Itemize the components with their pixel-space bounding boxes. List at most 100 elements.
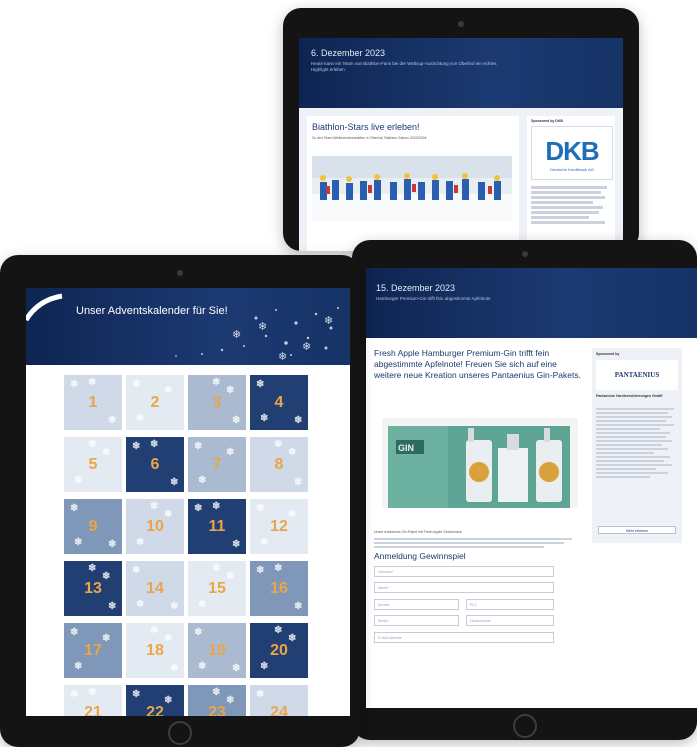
calendar-door-23[interactable]: ❄❄❄23 xyxy=(188,685,246,716)
email-field[interactable]: E-Mail-Adresse xyxy=(374,632,554,643)
calendar-door-14[interactable]: ❄ ❄ ❄ 14 xyxy=(126,561,184,616)
calendar-door-24[interactable]: ❄❄❄24 xyxy=(250,685,308,716)
zip-field[interactable]: PLZ xyxy=(466,599,554,610)
sponsor-box: Sponsored by DKB DKB Deutsche Kreditbank… xyxy=(527,116,615,251)
calendar-door-11[interactable]: ❄ ❄ ❄ 11 xyxy=(188,499,246,554)
snowflake-icon: ❄ xyxy=(226,447,235,458)
door-number: 22 xyxy=(146,703,164,717)
door-number: 3 xyxy=(212,393,222,411)
snowflake-icon: ❄ xyxy=(212,563,221,574)
calendar-door-9[interactable]: ❄ ❄ ❄ 9 xyxy=(64,499,122,554)
door-number: 11 xyxy=(208,517,226,535)
header-date: 6. Dezember 2023 xyxy=(311,48,386,58)
last-name-field[interactable]: Name* xyxy=(374,582,554,593)
dkb-logo[interactable]: DKB Deutsche Kreditbank AG xyxy=(531,126,613,180)
article-card: Biathlon-Stars live erleben! Zu den Team… xyxy=(307,116,519,251)
calendar-door-6[interactable]: ❄ ❄ ❄ 6 xyxy=(126,437,184,492)
calendar-door-19[interactable]: ❄ ❄ ❄ 19 xyxy=(188,623,246,678)
snowflake-icon: ❄ xyxy=(108,539,117,550)
calendar-door-17[interactable]: ❄ ❄ ❄ 17 xyxy=(64,623,122,678)
calendar-door-1[interactable]: ❄ ❄ ❄ 1 xyxy=(64,375,122,430)
snowflake-icon: ❄ xyxy=(132,379,141,390)
calendar-door-21[interactable]: ❄❄❄21 xyxy=(64,685,122,716)
sponsor-name: Pantaenius Yachtversicherungen GmbH xyxy=(596,394,663,398)
snowflake-icon: ❄ xyxy=(170,663,179,674)
snowflake-icon: ❄ xyxy=(212,377,221,388)
article-title: Biathlon-Stars live erleben! xyxy=(312,122,420,132)
snowflake-icon: ❄ xyxy=(102,633,111,644)
pantaenius-logo[interactable]: PANTAENIUS xyxy=(596,360,678,390)
calendar-door-8[interactable]: ❄ ❄ ❄ 8 xyxy=(250,437,308,492)
gin-product-image: GIN xyxy=(382,418,578,508)
snowflake-icon: ❄ xyxy=(274,625,283,636)
calendar-door-5[interactable]: ❄ ❄ ❄ 5 xyxy=(64,437,122,492)
calendar-door-10[interactable]: ❄ ❄ ❄ 10 xyxy=(126,499,184,554)
snowflake-icon: ❄ xyxy=(194,627,203,638)
snowflake-icon: ❄ xyxy=(74,475,83,486)
door-number: 10 xyxy=(146,517,164,535)
snowflake-icon: ❄ xyxy=(226,571,235,582)
door-number: 24 xyxy=(270,703,288,717)
calendar-title: Unser Adventskalender für Sie! xyxy=(76,305,228,317)
sponsor-label: Sponsored by xyxy=(596,352,620,356)
header-banner: 15. Dezember 2023 Hamburger Premium-Gin … xyxy=(366,268,697,338)
snowflake-icon: ❄ xyxy=(232,663,241,674)
snowflake-icon: ❄ xyxy=(70,503,79,514)
home-button[interactable] xyxy=(168,721,192,745)
salutation-select[interactable]: Anrede xyxy=(374,599,459,610)
first-name-field[interactable]: Vorname* xyxy=(374,566,554,577)
door-grid: ❄ ❄ ❄ 1 ❄ ❄ ❄ 2 ❄ ❄ ❄ 3 ❄ ❄ ❄ 4 ❄ ❄ ❄ 5 ❄ ❄ ❄ 6 ❄ ❄ ❄ 7 ❄ ❄ ❄ 8 ❄ ❄ ❄ 9 ❄ ❄ ❄ 1… xyxy=(26,365,350,716)
snowflake-icon: ❄ xyxy=(194,441,203,452)
sponsor-label: Sponsored by DKB xyxy=(531,119,563,123)
snowflake-icon: ❄ xyxy=(136,599,145,610)
calendar-door-2[interactable]: ❄ ❄ ❄ 2 xyxy=(126,375,184,430)
calendar-door-3[interactable]: ❄ ❄ ❄ 3 xyxy=(188,375,246,430)
snowflake-icon: ❄ xyxy=(198,599,207,610)
calendar-door-22[interactable]: ❄❄❄22 xyxy=(126,685,184,716)
snowflake-icon: ❄ xyxy=(164,385,173,396)
calendar-door-15[interactable]: ❄ ❄ ❄ 15 xyxy=(188,561,246,616)
form-title: Anmeldung Gewinnspiel xyxy=(374,551,466,561)
svg-text:GIN: GIN xyxy=(398,443,414,453)
door-number: 19 xyxy=(208,641,226,659)
screen-gin: 15. Dezember 2023 Hamburger Premium-Gin … xyxy=(366,268,697,708)
snowflake-icon: ❄ xyxy=(256,503,265,514)
snowflake-icon: ❄ xyxy=(212,501,221,512)
snowflake-icon: ❄ xyxy=(150,501,159,512)
door-number: 7 xyxy=(212,455,222,473)
house-number-field[interactable]: Hausnummer xyxy=(466,615,554,626)
tablet-middle: 15. Dezember 2023 Hamburger Premium-Gin … xyxy=(352,240,697,740)
snowflake-icon: ❄ xyxy=(132,441,141,452)
snowflake-icon: ❄ xyxy=(150,625,159,636)
content-area: Biathlon-Stars live erleben! Zu den Team… xyxy=(299,108,623,251)
calendar-door-12[interactable]: ❄ ❄ ❄ 12 xyxy=(250,499,308,554)
door-number: 5 xyxy=(88,455,98,473)
home-button[interactable] xyxy=(512,714,537,738)
snowflake-icon: ❄ xyxy=(194,503,203,514)
door-number: 15 xyxy=(208,579,226,597)
calendar-door-13[interactable]: ❄ ❄ ❄ 13 xyxy=(64,561,122,616)
snowflake-icon: ❄ xyxy=(88,439,97,450)
snowflake-icon: ❄ xyxy=(102,447,111,458)
street-field[interactable]: Straße xyxy=(374,615,459,626)
snowflake-icon: ❄ xyxy=(108,415,117,426)
snowflake-icon: ❄ xyxy=(170,601,179,612)
snowflake-icon: ❄ xyxy=(294,477,303,488)
snowflake-icon: ❄ xyxy=(226,695,235,706)
sponsor-more-button[interactable]: Mehr erfahren xyxy=(598,526,676,534)
snowflake-icon: ❄ xyxy=(294,601,303,612)
calendar-door-4[interactable]: ❄ ❄ ❄ 4 xyxy=(250,375,308,430)
snowflake-icon: ❄ xyxy=(212,687,221,698)
calendar-door-16[interactable]: ❄ ❄ ❄ 16 xyxy=(250,561,308,616)
calendar-door-7[interactable]: ❄ ❄ ❄ 7 xyxy=(188,437,246,492)
snowflake-icon: ❄ xyxy=(232,415,241,426)
calendar-door-20[interactable]: ❄ ❄ ❄ 20 xyxy=(250,623,308,678)
door-number: 17 xyxy=(84,641,102,659)
sponsor-text xyxy=(531,184,609,226)
snowflake-icon: ❄ xyxy=(256,379,265,390)
snowflake-icon: ❄ xyxy=(164,509,173,520)
snowflake-icon: ❄ xyxy=(108,601,117,612)
header-subtitle: Heute kann ein Team von Biathlon-Fans be… xyxy=(311,61,497,72)
calendar-door-18[interactable]: ❄ ❄ ❄ 18 xyxy=(126,623,184,678)
gin-body-lines xyxy=(374,536,574,550)
